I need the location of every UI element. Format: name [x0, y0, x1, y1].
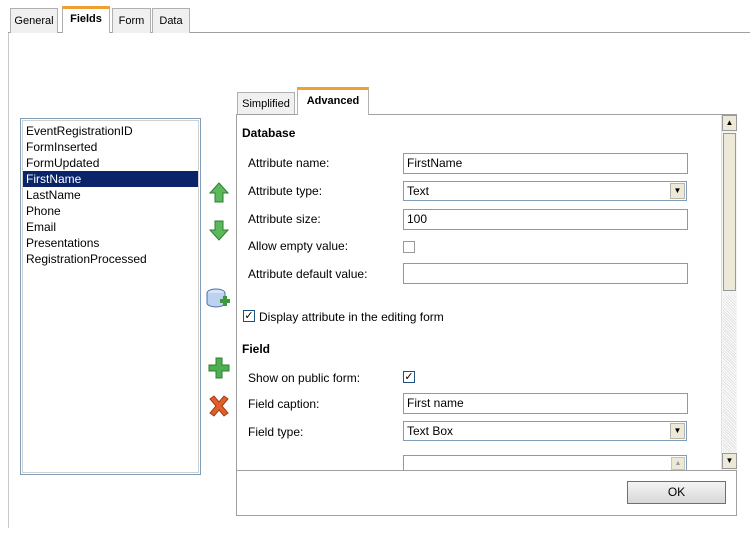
field-type-value: Text Box	[407, 424, 454, 438]
delete-attribute-button[interactable]	[206, 393, 232, 419]
list-item[interactable]: FirstName	[23, 171, 198, 187]
field-caption-input[interactable]: First name	[403, 393, 688, 414]
list-item[interactable]: LastName	[23, 187, 198, 203]
default-value-input[interactable]	[403, 263, 688, 284]
panel-scrollbar[interactable]: ▲ ▼	[721, 115, 737, 470]
dialog-frame-left	[8, 32, 9, 528]
field-caption-label: Field caption:	[248, 397, 320, 411]
field-type-label: Field type:	[248, 425, 304, 439]
display-in-editing-form-checkbox[interactable]: ✓	[243, 310, 255, 322]
scrollbar-track[interactable]	[723, 295, 736, 452]
attribute-type-label: Attribute type:	[248, 184, 323, 198]
field-type-select[interactable]: Text Box ▼	[403, 421, 687, 441]
tab-fields[interactable]: Fields	[62, 6, 110, 33]
delete-x-icon	[209, 395, 229, 417]
list-item[interactable]: RegistrationProcessed	[23, 251, 198, 267]
allow-empty-checkbox[interactable]	[403, 241, 415, 253]
new-from-database-button[interactable]	[204, 285, 230, 311]
list-item[interactable]: FormUpdated	[23, 155, 198, 171]
scroll-up-icon[interactable]: ▲	[722, 115, 737, 131]
attribute-size-label: Attribute size:	[248, 212, 321, 226]
panel-divider	[237, 470, 736, 471]
arrow-down-icon	[208, 220, 230, 241]
allow-empty-label: Allow empty value:	[248, 239, 349, 253]
tab-general[interactable]: General	[10, 8, 58, 33]
list-item[interactable]: Phone	[23, 203, 198, 219]
attribute-size-input[interactable]: 100	[403, 209, 688, 230]
tab-data[interactable]: Data	[152, 8, 190, 33]
field-setting-input[interactable]: ▲	[403, 455, 687, 470]
move-up-button[interactable]	[206, 180, 232, 206]
chevron-down-icon[interactable]: ▼	[670, 183, 685, 199]
arrow-up-icon	[208, 182, 230, 203]
attribute-name-input[interactable]: FirstName	[403, 153, 688, 174]
database-add-icon	[206, 288, 230, 308]
field-section-title: Field	[242, 342, 271, 356]
tab-form[interactable]: Form	[112, 8, 151, 33]
attribute-type-select[interactable]: Text ▼	[403, 181, 687, 201]
attribute-type-value: Text	[407, 184, 430, 198]
database-section-title: Database	[242, 126, 296, 140]
list-item[interactable]: FormInserted	[23, 139, 198, 155]
tab-advanced[interactable]: Advanced	[297, 87, 369, 115]
attribute-list[interactable]: EventRegistrationID FormInserted FormUpdat…	[20, 118, 201, 475]
move-down-button[interactable]	[206, 217, 232, 243]
scroll-up-icon[interactable]: ▲	[671, 457, 685, 470]
list-item[interactable]: Email	[23, 219, 198, 235]
display-in-editing-form-label: Display attribute in the editing form	[259, 310, 444, 324]
new-attribute-button[interactable]	[206, 355, 232, 381]
chevron-down-icon[interactable]: ▼	[670, 423, 685, 439]
scrollbar-thumb[interactable]	[723, 133, 736, 291]
list-item[interactable]: Presentations	[23, 235, 198, 251]
attribute-name-label: Attribute name:	[248, 156, 330, 170]
show-on-public-checkbox[interactable]: ✓	[403, 371, 415, 383]
scroll-down-icon[interactable]: ▼	[722, 453, 737, 469]
default-value-label: Attribute default value:	[248, 267, 368, 281]
attribute-properties-panel: Database Attribute name: FirstName Attri…	[236, 114, 737, 516]
plus-icon	[208, 357, 230, 379]
ok-button[interactable]: OK	[627, 481, 726, 504]
show-on-public-label: Show on public form:	[248, 371, 361, 385]
tab-simplified[interactable]: Simplified	[237, 92, 295, 116]
list-item[interactable]: EventRegistrationID	[23, 123, 198, 139]
